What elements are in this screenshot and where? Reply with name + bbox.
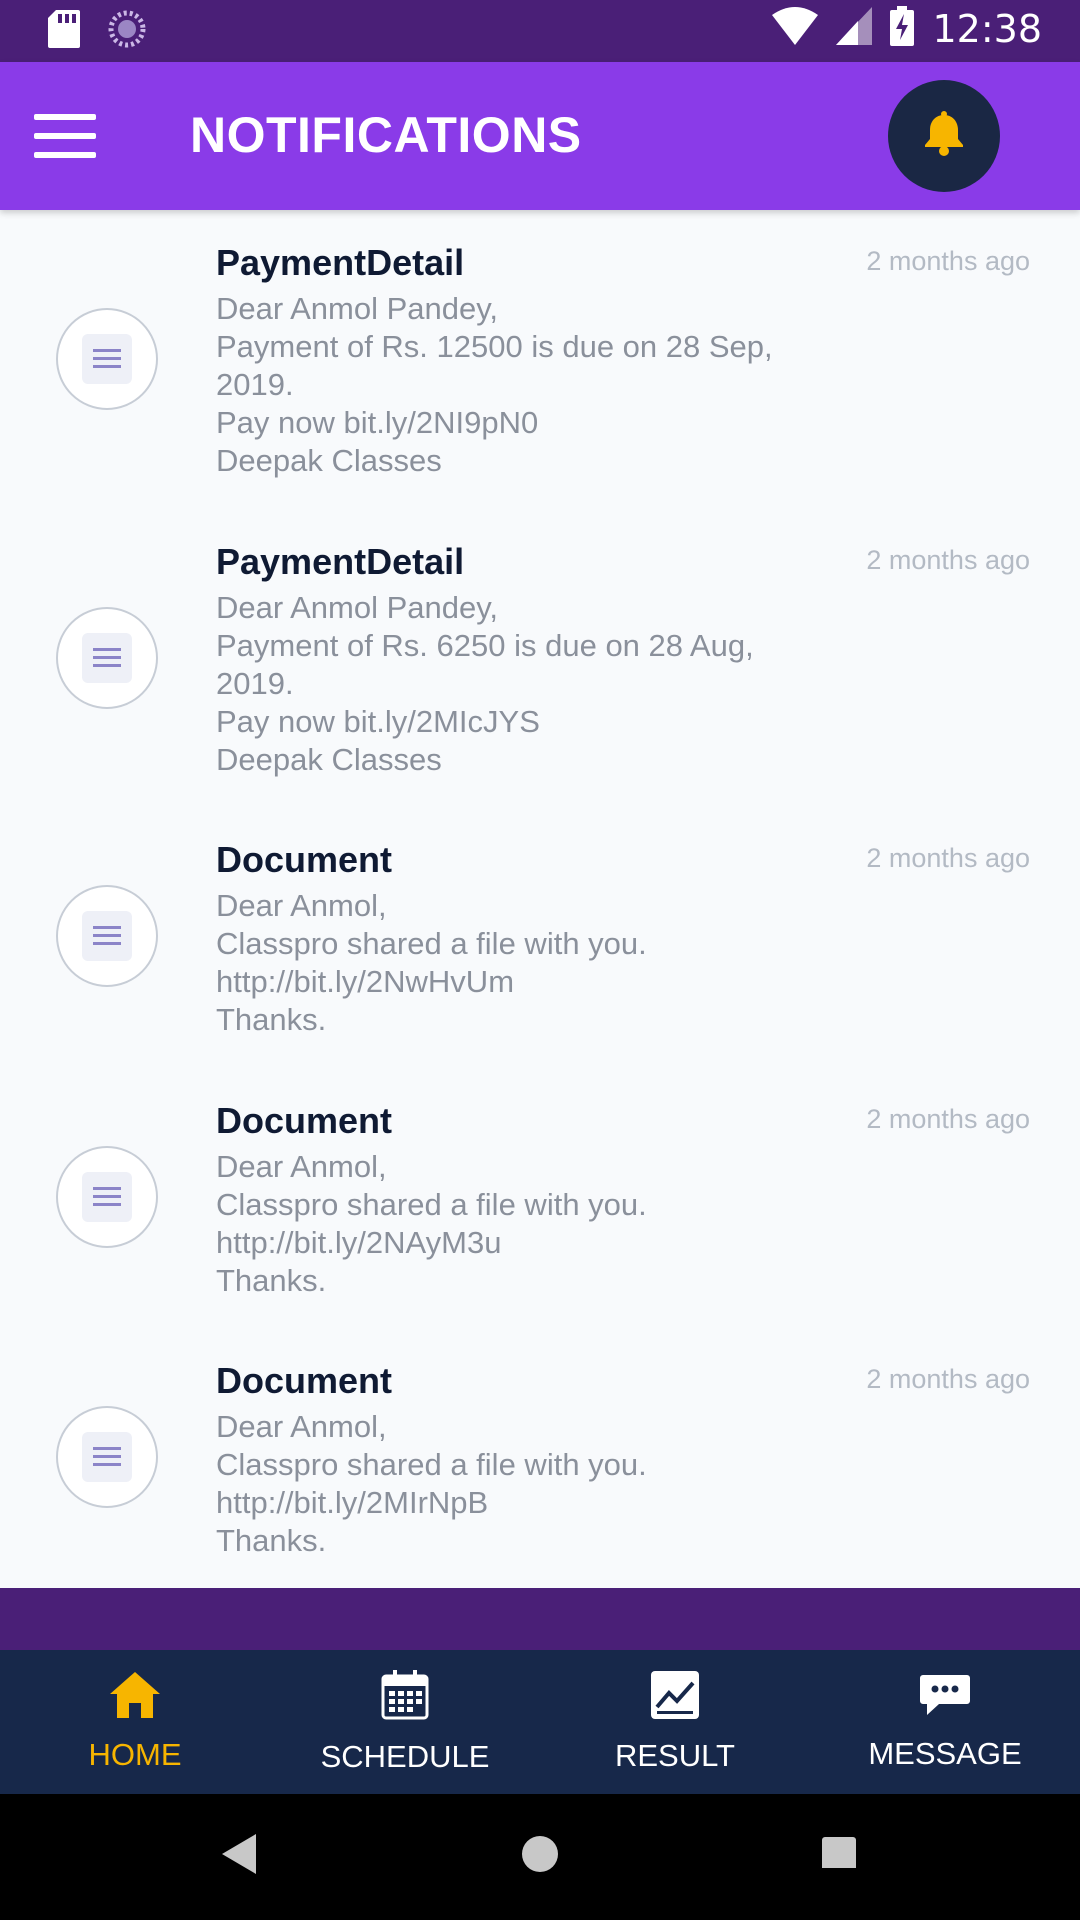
divider-strip (0, 1588, 1080, 1650)
notification-title: PaymentDetail (216, 541, 465, 582)
notification-time: 2 months ago (866, 843, 1030, 873)
sd-card-icon (48, 10, 80, 53)
nav-schedule[interactable]: SCHEDULE (270, 1650, 540, 1794)
notification-title: Document (216, 839, 393, 880)
document-icon (56, 885, 158, 987)
nav-result[interactable]: RESULT (540, 1650, 810, 1794)
notification-body: Dear Anmol, Classpro shared a file with … (216, 1149, 647, 1298)
circle-icon (520, 1836, 560, 1878)
wifi-icon (772, 7, 819, 50)
nav-message[interactable]: MESSAGE (810, 1650, 1080, 1794)
notification-list[interactable]: PaymentDetail 2 months ago Dear Anmol Pa… (0, 210, 1080, 1588)
battery-charging-icon (890, 6, 915, 51)
notification-title: PaymentDetail (216, 242, 465, 283)
notification-time: 2 months ago (866, 545, 1030, 575)
document-icon (56, 308, 158, 410)
message-icon (919, 1673, 971, 1722)
page-title: NOTIFICATIONS (190, 107, 582, 163)
document-icon (56, 607, 158, 709)
bell-icon (921, 110, 967, 162)
notifications-button[interactable] (888, 80, 1000, 192)
nav-label: RESULT (614, 1737, 735, 1773)
notification-time: 2 months ago (866, 1364, 1030, 1394)
clock: 12:38 (932, 6, 1042, 51)
notification-body: Dear Anmol, Classpro shared a file with … (216, 1409, 647, 1558)
notification-time: 2 months ago (866, 1104, 1030, 1134)
status-bar: 12:38 (0, 0, 1080, 62)
home-icon (110, 1671, 160, 1723)
document-icon (56, 1406, 158, 1508)
nav-label: HOME (88, 1736, 182, 1772)
back-button[interactable] (222, 1834, 256, 1879)
system-nav-bar (0, 1794, 1080, 1920)
document-icon (56, 1146, 158, 1248)
app-bar: NOTIFICATIONS (0, 62, 1080, 210)
home-button[interactable] (520, 1834, 560, 1879)
notification-body: Dear Anmol, Classpro shared a file with … (216, 888, 647, 1037)
menu-button[interactable] (34, 114, 96, 158)
signal-icon (836, 7, 873, 50)
hamburger-icon (34, 114, 96, 120)
notification-title: Document (216, 1360, 393, 1401)
back-icon (222, 1834, 256, 1878)
bottom-navigation: HOME SCHEDULE RESULT MESSAGE (0, 1650, 1080, 1794)
recents-button[interactable] (822, 1834, 856, 1873)
notification-body: Dear Anmol Pandey, Payment of Rs. 6250 i… (216, 590, 754, 777)
notification-title: Document (216, 1100, 393, 1141)
notification-body: Dear Anmol Pandey, Payment of Rs. 12500 … (216, 291, 773, 478)
nav-home[interactable]: HOME (0, 1650, 270, 1794)
notification-time: 2 months ago (866, 246, 1030, 276)
nav-label: SCHEDULE (320, 1738, 490, 1774)
nav-label: MESSAGE (868, 1735, 1022, 1771)
calendar-icon (381, 1669, 429, 1725)
chart-icon (651, 1670, 699, 1724)
square-icon (822, 1837, 856, 1872)
sync-icon (108, 10, 146, 53)
